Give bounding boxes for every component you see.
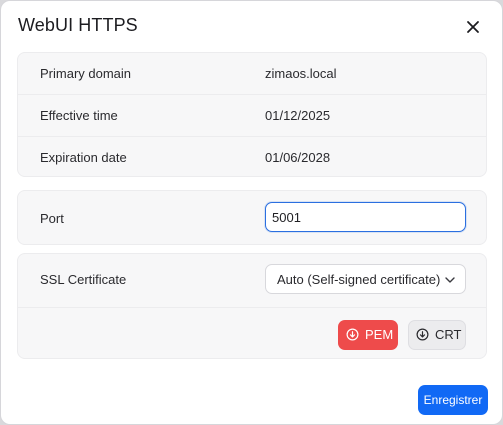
certificate-download-row: PEM CRT — [18, 307, 486, 359]
dialog-title: WebUI HTTPS — [18, 15, 138, 35]
webui-https-dialog: WebUI HTTPS Primary domain zimaos.local … — [0, 0, 503, 425]
save-button[interactable]: Enregistrer — [418, 385, 488, 415]
crt-button-label: CRT — [435, 327, 462, 342]
ssl-certificate-select[interactable]: Auto (Self-signed certificate) — [265, 264, 466, 294]
expiration-date-value: 01/06/2028 — [265, 150, 331, 165]
download-circle-icon — [346, 328, 359, 341]
port-label: Port — [40, 211, 64, 226]
chevron-down-icon — [445, 277, 455, 283]
expiration-date-row: Expiration date 01/06/2028 — [18, 136, 486, 177]
effective-time-label: Effective time — [40, 108, 118, 123]
primary-domain-label: Primary domain — [40, 66, 132, 81]
ssl-certificate-row: SSL Certificate Auto (Self-signed certif… — [18, 254, 486, 307]
ssl-certificate-label: SSL Certificate — [40, 272, 127, 287]
download-pem-button[interactable]: PEM — [338, 320, 398, 350]
port-input[interactable] — [265, 202, 466, 232]
primary-domain-row: Primary domain zimaos.local — [18, 53, 486, 94]
primary-domain-value: zimaos.local — [265, 66, 337, 81]
effective-time-row: Effective time 01/12/2025 — [18, 94, 486, 136]
download-crt-button[interactable]: CRT — [408, 320, 466, 350]
ssl-certificate-selected-value: Auto (Self-signed certificate) — [277, 272, 441, 287]
effective-time-value: 01/12/2025 — [265, 108, 331, 123]
ssl-certificate-card: SSL Certificate Auto (Self-signed certif… — [17, 253, 487, 359]
close-icon[interactable] — [463, 17, 483, 37]
download-circle-icon — [416, 328, 429, 341]
expiration-date-label: Expiration date — [40, 150, 127, 165]
pem-button-label: PEM — [365, 327, 394, 342]
port-card: Port — [17, 190, 487, 245]
certificate-info-card: Primary domain zimaos.local Effective ti… — [17, 52, 487, 177]
